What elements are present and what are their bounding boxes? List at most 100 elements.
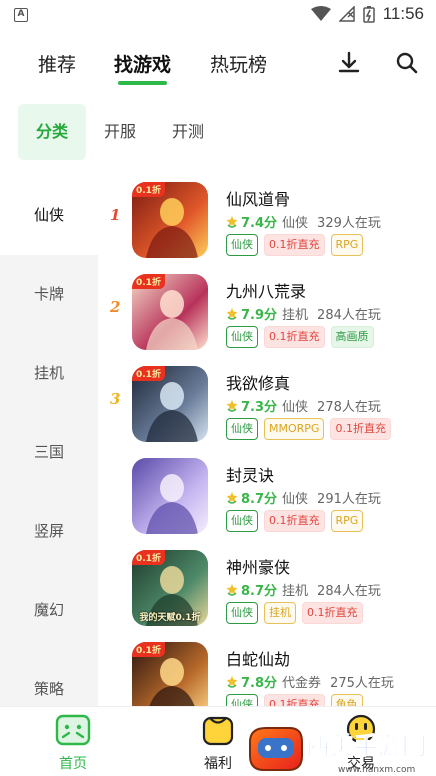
players-count: 284人在玩	[317, 584, 381, 599]
game-icon[interactable]: 0.1折	[132, 642, 208, 706]
game-tag: 仙侠	[226, 234, 258, 256]
tab-recommend[interactable]: 推荐	[38, 50, 76, 77]
game-list-item[interactable]: 1 0.1折 仙风道骨 7.4分 仙侠 329人在玩 仙侠 0.1折直充 RPG	[98, 176, 436, 268]
home-game-icon	[55, 714, 91, 746]
players-count: 329人在玩	[317, 216, 381, 231]
category-item-three-kingdoms[interactable]: 三国	[0, 413, 98, 492]
game-title[interactable]: 神州豪侠	[226, 554, 290, 578]
game-score: 7.8分	[241, 676, 278, 691]
game-tags: 仙侠 0.1折直充 高画质	[226, 326, 374, 348]
subtab-category[interactable]: 分类	[18, 104, 87, 160]
notification-icon: A	[14, 8, 28, 22]
game-tag: 0.1折直充	[264, 510, 325, 532]
signal-icon	[338, 6, 355, 22]
game-list: 1 0.1折 仙风道骨 7.4分 仙侠 329人在玩 仙侠 0.1折直充 RPG 2 0.1折 九州八…	[98, 176, 436, 706]
game-score: 7.9分	[241, 308, 278, 323]
sub-tab-bar: 分类 开服 开测	[18, 104, 222, 160]
players-count: 291人在玩	[317, 492, 381, 507]
nav-welfare[interactable]: 福利	[183, 713, 253, 773]
game-list-item[interactable]: 2 0.1折 九州八荒录 7.9分 挂机 284人在玩 仙侠 0.1折直充 高画质	[98, 268, 436, 360]
rating-laurel-icon	[226, 215, 238, 228]
status-icons: 11:56	[310, 4, 424, 24]
game-tag: 高画质	[330, 326, 374, 348]
game-genre: 仙侠	[282, 216, 309, 231]
category-item-card[interactable]: 卡牌	[0, 255, 98, 334]
tab-hot-rank[interactable]: 热玩榜	[210, 50, 267, 77]
game-tag: 0.1折直充	[264, 326, 325, 348]
subtab-test-open[interactable]: 开测	[154, 104, 222, 160]
game-title[interactable]: 仙风道骨	[226, 186, 290, 210]
tab-find-games-label: 找游戏	[114, 54, 172, 76]
game-tag: MMORPG	[264, 418, 325, 440]
game-tag: 仙侠	[226, 602, 258, 624]
rating-laurel-icon	[226, 307, 238, 320]
game-list-item[interactable]: 0.1折 我的天赋0.1折 神州豪侠 8.7分 挂机 284人在玩 仙侠 挂机 0.1折直充	[98, 544, 436, 636]
nav-welfare-label: 福利	[204, 756, 232, 772]
game-list-item[interactable]: 0.1折 白蛇仙劫 7.8分 代金券 275人在玩 仙侠 0.1折直充 角色	[98, 636, 436, 706]
top-tab-bar: 推荐 找游戏 热玩榜	[0, 40, 436, 90]
rank-number: 3	[110, 390, 121, 408]
game-title[interactable]: 我欲修真	[226, 370, 290, 394]
game-score: 7.3分	[241, 400, 278, 415]
category-item-idle[interactable]: 挂机	[0, 334, 98, 413]
icon-caption: 我的天赋0.1折	[139, 613, 201, 623]
clock: 11:56	[382, 4, 424, 23]
category-item-fantasy[interactable]: 魔幻	[0, 571, 98, 650]
game-genre: 仙侠	[282, 400, 309, 415]
game-title[interactable]: 九州八荒录	[226, 278, 306, 302]
game-icon[interactable]	[132, 458, 208, 534]
game-meta: 7.4分 仙侠 329人在玩	[226, 212, 381, 231]
discount-badge: 0.1折	[132, 642, 165, 657]
game-genre: 代金券	[282, 676, 322, 691]
rating-laurel-icon	[226, 675, 238, 688]
game-tags: 仙侠 0.1折直充 RPG	[226, 234, 364, 256]
category-item-vertical[interactable]: 竖屏	[0, 492, 98, 571]
game-tag: 0.1折直充	[264, 694, 325, 706]
game-tag: 仙侠	[226, 418, 258, 440]
game-tag: 0.1折直充	[302, 602, 363, 624]
tab-find-games[interactable]: 找游戏	[114, 50, 172, 85]
game-score: 7.4分	[241, 216, 278, 231]
download-icon[interactable]	[336, 50, 362, 76]
status-bar: A 11:56	[0, 0, 436, 32]
discount-badge: 0.1折	[132, 182, 165, 197]
players-count: 278人在玩	[317, 400, 381, 415]
game-tag: 挂机	[264, 602, 296, 624]
game-title[interactable]: 封灵诀	[226, 462, 274, 486]
rating-laurel-icon	[226, 399, 238, 412]
category-item-xianxia[interactable]: 仙侠	[0, 176, 98, 255]
battery-icon	[362, 6, 375, 23]
discount-badge: 0.1折	[132, 366, 165, 381]
game-genre: 仙侠	[282, 492, 309, 507]
game-icon[interactable]: 0.1折	[132, 366, 208, 442]
nav-home-label: 首页	[59, 756, 87, 772]
game-genre: 挂机	[282, 308, 309, 323]
players-count: 284人在玩	[317, 308, 381, 323]
game-title[interactable]: 白蛇仙劫	[226, 646, 290, 670]
game-genre: 挂机	[282, 584, 309, 599]
game-icon[interactable]: 0.1折我的天赋0.1折	[132, 550, 208, 626]
game-score: 8.7分	[241, 492, 278, 507]
players-count: 275人在玩	[330, 676, 394, 691]
game-tag: 仙侠	[226, 326, 258, 348]
nav-home[interactable]: 首页	[38, 713, 108, 773]
discount-badge: 0.1折	[132, 274, 165, 289]
game-icon[interactable]: 0.1折	[132, 182, 208, 258]
game-icon[interactable]: 0.1折	[132, 274, 208, 350]
watermark-logo: 西美手游网 www.hanxm.com	[244, 716, 436, 776]
watermark-url: www.hanxm.com	[338, 765, 415, 775]
active-tab-indicator	[118, 81, 168, 85]
game-list-item[interactable]: 3 0.1折 我欲修真 7.3分 仙侠 278人在玩 仙侠 MMORPG 0.1折直充	[98, 360, 436, 452]
game-meta: 7.8分 代金券 275人在玩	[226, 672, 394, 691]
search-icon[interactable]	[394, 50, 420, 76]
game-tags: 仙侠 MMORPG 0.1折直充	[226, 418, 391, 440]
discount-badge: 0.1折	[132, 550, 165, 565]
subtab-server-open[interactable]: 开服	[86, 104, 154, 160]
game-tag: 0.1折直充	[330, 418, 391, 440]
game-list-item[interactable]: 封灵诀 8.7分 仙侠 291人在玩 仙侠 0.1折直充 RPG	[98, 452, 436, 544]
category-sidebar: 仙侠 卡牌 挂机 三国 竖屏 魔幻 策略	[0, 176, 98, 706]
game-meta: 8.7分 仙侠 291人在玩	[226, 488, 381, 507]
game-tags: 仙侠 挂机 0.1折直充	[226, 602, 363, 624]
watermark-title: 西美手游网	[306, 732, 426, 760]
game-meta: 7.3分 仙侠 278人在玩	[226, 396, 381, 415]
